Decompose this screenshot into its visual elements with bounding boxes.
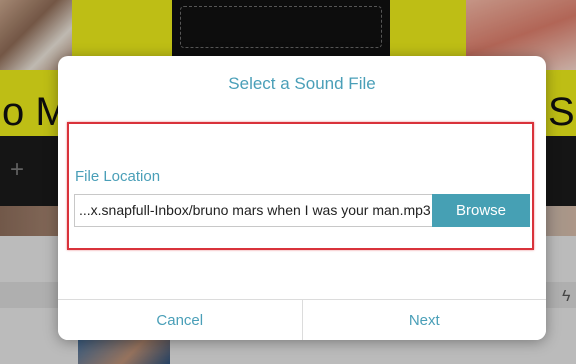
dialog-footer: Cancel Next [58, 299, 546, 340]
next-button[interactable]: Next [301, 300, 546, 340]
dialog-title: Select a Sound File [228, 74, 376, 93]
cancel-button[interactable]: Cancel [58, 300, 302, 340]
browse-button[interactable]: Browse [432, 194, 530, 227]
file-location-row: ...x.snapfull-Inbox/bruno mars when I wa… [74, 194, 530, 227]
highlight-frame [67, 122, 534, 250]
file-location-label: File Location [75, 168, 161, 185]
file-path-input[interactable]: ...x.snapfull-Inbox/bruno mars when I wa… [74, 194, 432, 227]
select-sound-dialog: Select a Sound File File Location ...x.s… [58, 56, 546, 340]
